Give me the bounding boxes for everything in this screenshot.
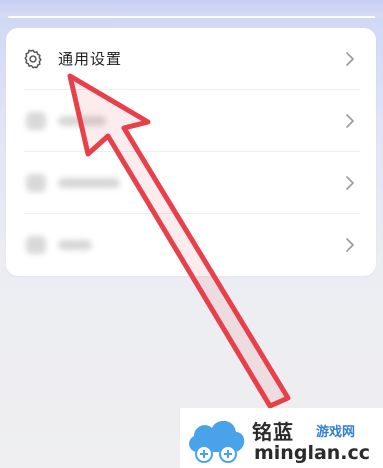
header-strip: [0, 0, 383, 18]
blurred-settings-row[interactable]: [6, 152, 376, 214]
blurred-label: [58, 178, 120, 188]
chevron-right-icon: [346, 238, 354, 252]
general-settings-row[interactable]: 通用设置: [6, 28, 376, 90]
watermark-domain: minglan.cc: [254, 442, 371, 464]
blurred-icon: [26, 236, 46, 254]
cloud-logo-icon: [189, 420, 245, 463]
blurred-label: [58, 240, 92, 250]
chevron-right-icon: [346, 52, 354, 66]
watermark: 铭蓝 游戏网 minglan.cc: [180, 408, 383, 468]
chevron-right-icon: [346, 176, 354, 190]
settings-card: 通用设置: [6, 28, 376, 276]
watermark-site: 游戏网: [316, 425, 356, 440]
blurred-icon: [26, 112, 46, 130]
general-settings-label: 通用设置: [58, 50, 123, 68]
blurred-settings-row[interactable]: [6, 90, 376, 152]
blurred-icon: [26, 174, 46, 192]
blurred-label: [58, 116, 106, 126]
gear-icon: [24, 49, 42, 69]
chevron-right-icon: [346, 114, 354, 128]
blurred-settings-row[interactable]: [6, 214, 376, 276]
watermark-brand: 铭蓝: [252, 420, 294, 444]
